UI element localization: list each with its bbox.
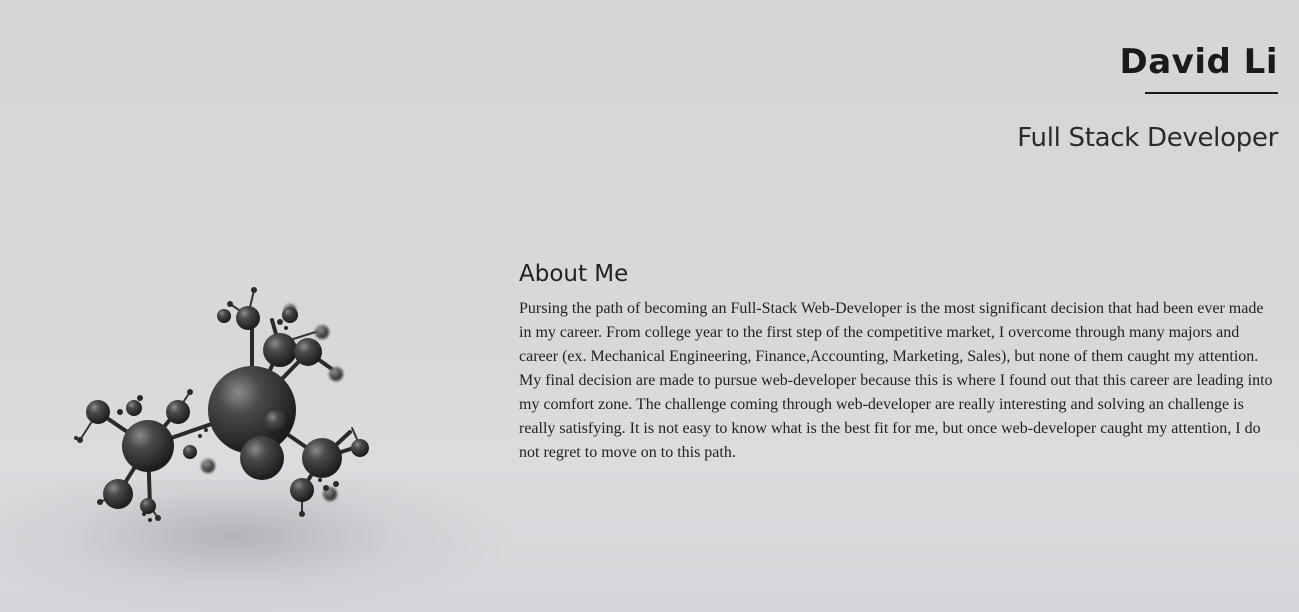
about-heading: About Me	[519, 261, 629, 287]
page-title: David Li	[1119, 42, 1278, 82]
title-underline	[1145, 92, 1278, 94]
about-section: About Me Pursing the path of becoming an…	[519, 258, 1279, 465]
header: David Li Full Stack Developer	[1017, 40, 1278, 154]
molecule-image	[40, 270, 460, 612]
about-paragraph: Pursing the path of becoming an Full-Sta…	[519, 300, 1273, 461]
role-subtitle: Full Stack Developer	[1017, 123, 1278, 153]
